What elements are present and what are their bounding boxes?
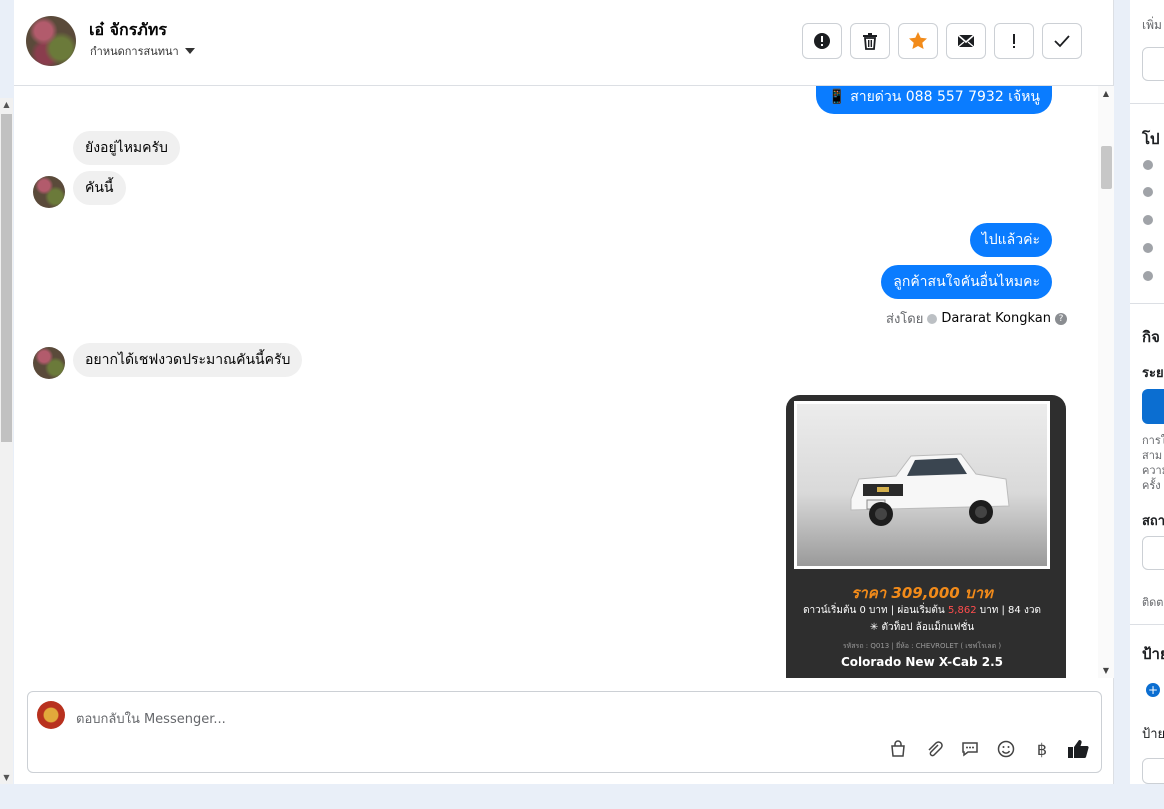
scroll-down-arrow[interactable]: ▼ (1098, 666, 1114, 675)
contact-details-sidebar: เพิ่ม โป กิจ ระย การใ สาม ความ ครั้ง สถา… (1130, 0, 1164, 784)
emoji-icon[interactable] (995, 738, 1017, 760)
message-outgoing[interactable]: ไปแล้วค่ะ (969, 223, 1052, 257)
sidebar-contact-label: ติดต (1142, 596, 1164, 609)
sidebar-add-label: เพิ่ม (1142, 18, 1162, 32)
car-price: ราคา 309,000 บาท (851, 584, 993, 602)
follow-up-button[interactable] (994, 23, 1034, 59)
sidebar-add-input[interactable] (1142, 47, 1164, 81)
alert-circle-icon (814, 33, 830, 49)
divider (1130, 103, 1164, 104)
message-list-scrollbar[interactable]: ▲ ▼ (1098, 86, 1114, 678)
conversation-panel: เอ๋ จักรภัทร กำหนดการสนทนา 📱 สายด่วน 088… (14, 0, 1114, 784)
sent-by-prefix: ส่งโดย (886, 312, 924, 327)
message-incoming[interactable]: ยังอยู่ไหมครับ (73, 131, 180, 165)
add-label-icon[interactable]: + (1146, 683, 1160, 697)
move-to-inbox-button[interactable] (946, 23, 986, 59)
assign-conversation-dropdown[interactable]: กำหนดการสนทนา (90, 42, 195, 60)
car-feature: ✳ ตัวท็อป ล้อแม็กแฟชั่น (869, 622, 975, 633)
star-icon (909, 32, 927, 49)
sidebar-status-label: สถา (1142, 514, 1164, 529)
sent-by-label: ส่งโดย Dararat Kongkan ? (886, 308, 1067, 329)
sender-name[interactable]: Dararat Kongkan (941, 311, 1051, 326)
exclamation-icon (1013, 34, 1015, 48)
delete-button[interactable] (850, 23, 890, 59)
divider (1130, 303, 1164, 304)
location-icon (1143, 243, 1153, 253)
composer-tools: ฿ (887, 738, 1089, 760)
divider (1130, 624, 1164, 625)
sidebar-labels-label: ป้าย (1142, 727, 1164, 742)
paperclip-icon[interactable] (923, 738, 945, 760)
sidebar-labels-heading: ป้าย (1142, 645, 1164, 663)
bag-icon[interactable] (887, 738, 909, 760)
page-scrollbar[interactable]: ▲ ▼ (0, 98, 13, 784)
sidebar-status-select[interactable] (1142, 536, 1164, 570)
page-avatar (37, 701, 65, 729)
installment-terms: บาท | 84 งวด (976, 605, 1041, 616)
message-outgoing[interactable]: 📱 สายด่วน 088 557 7932 เจ้หนู (816, 86, 1052, 114)
briefcase-icon (1143, 187, 1153, 197)
sidebar-activity-heading: กิจ (1142, 328, 1160, 346)
sidebar-labels-input[interactable] (1142, 758, 1164, 784)
contact-avatar[interactable] (26, 16, 76, 66)
header-actions (802, 23, 1082, 59)
page-scroll-thumb[interactable] (1, 114, 12, 442)
location-icon (1143, 271, 1153, 281)
sidebar-action-button[interactable] (1142, 389, 1164, 424)
thumbs-up-icon[interactable] (1067, 738, 1089, 760)
conversation-header: เอ๋ จักรภัทร กำหนดการสนทนา (14, 0, 1114, 86)
reply-composer[interactable]: ตอบกลับใน Messenger... ฿ (27, 691, 1102, 773)
message-list: 📱 สายด่วน 088 557 7932 เจ้หนู ยังอยู่ไหม… (14, 86, 1098, 678)
message-outgoing[interactable]: ลูกค้าสนใจคันอื่นไหมคะ (881, 265, 1052, 299)
installment-amount: 5,862 (947, 605, 977, 616)
assign-label: กำหนดการสนทนา (90, 45, 179, 58)
mark-done-button[interactable] (1042, 23, 1082, 59)
car-code: รหัสรถ : Q013 | ยี่ห้อ : CHEVROLET ( เชฟ… (842, 642, 1002, 650)
check-icon (1054, 35, 1070, 48)
trash-icon (863, 33, 877, 50)
reply-input[interactable]: ตอบกลับใน Messenger... (76, 708, 226, 729)
contact-avatar-small (33, 347, 65, 379)
pickup-truck-image (850, 453, 1010, 526)
contact-name[interactable]: เอ๋ จักรภัทร (89, 18, 167, 43)
mark-spam-button[interactable] (802, 23, 842, 59)
car-model: Colorado New X-Cab 2.5 (840, 655, 1004, 669)
message-incoming[interactable]: อยากได้เชฟงวดประมาณคันนี้ครับ (73, 343, 303, 377)
clock-icon (1143, 160, 1153, 170)
sidebar-stage-label: ระย (1142, 366, 1164, 381)
car-down-payment: ดาวน์เริ่มต้น 0 บาท | ผ่อนเริ่มต้น 5,862… (786, 603, 1058, 618)
down-payment-text: ดาวน์เริ่มต้น 0 บาท | ผ่อนเริ่มต้น (803, 605, 948, 616)
sidebar-profile-heading: โป (1142, 130, 1160, 148)
caret-down-icon (184, 48, 195, 54)
car-listing-image-message[interactable]: ราคา 309,000 บาท ดาวน์เริ่มต้น 0 บาท | ผ… (786, 395, 1066, 678)
car-photo (794, 401, 1050, 569)
star-button[interactable] (898, 23, 938, 59)
contact-avatar-small (33, 176, 65, 208)
help-icon[interactable]: ? (1055, 312, 1067, 325)
baht-icon[interactable]: ฿ (1031, 738, 1053, 760)
sidebar-note-line: ครั้ง (1142, 479, 1161, 492)
envelope-icon (957, 34, 975, 48)
chat-icon[interactable] (959, 738, 981, 760)
message-scroll-thumb[interactable] (1101, 146, 1112, 189)
verified-icon (927, 313, 938, 324)
scroll-up-arrow[interactable]: ▲ (0, 100, 13, 109)
scroll-down-arrow[interactable]: ▼ (0, 773, 13, 782)
scroll-up-arrow[interactable]: ▲ (1098, 89, 1114, 98)
message-incoming[interactable]: คันนี้ (73, 171, 126, 205)
education-icon (1143, 215, 1153, 225)
